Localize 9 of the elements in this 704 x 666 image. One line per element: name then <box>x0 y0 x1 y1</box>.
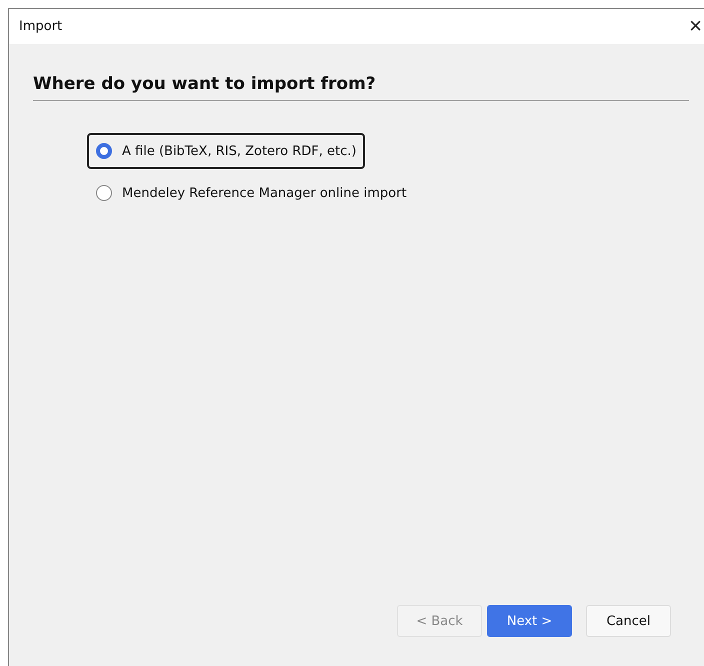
page-heading: Where do you want to import from? <box>33 74 377 96</box>
close-button[interactable]: × <box>689 14 704 38</box>
radio-button[interactable] <box>96 185 112 201</box>
dialog-button[interactable]: Next > <box>487 605 572 637</box>
radio-option[interactable]: Mendeley Reference Manager online import <box>87 175 416 211</box>
dialog-button[interactable]: Cancel <box>586 605 671 637</box>
radio-button[interactable] <box>96 143 112 159</box>
radio-option[interactable]: A file (BibTeX, RIS, Zotero RDF, etc.) <box>87 133 366 169</box>
window-title: Import <box>19 19 62 34</box>
